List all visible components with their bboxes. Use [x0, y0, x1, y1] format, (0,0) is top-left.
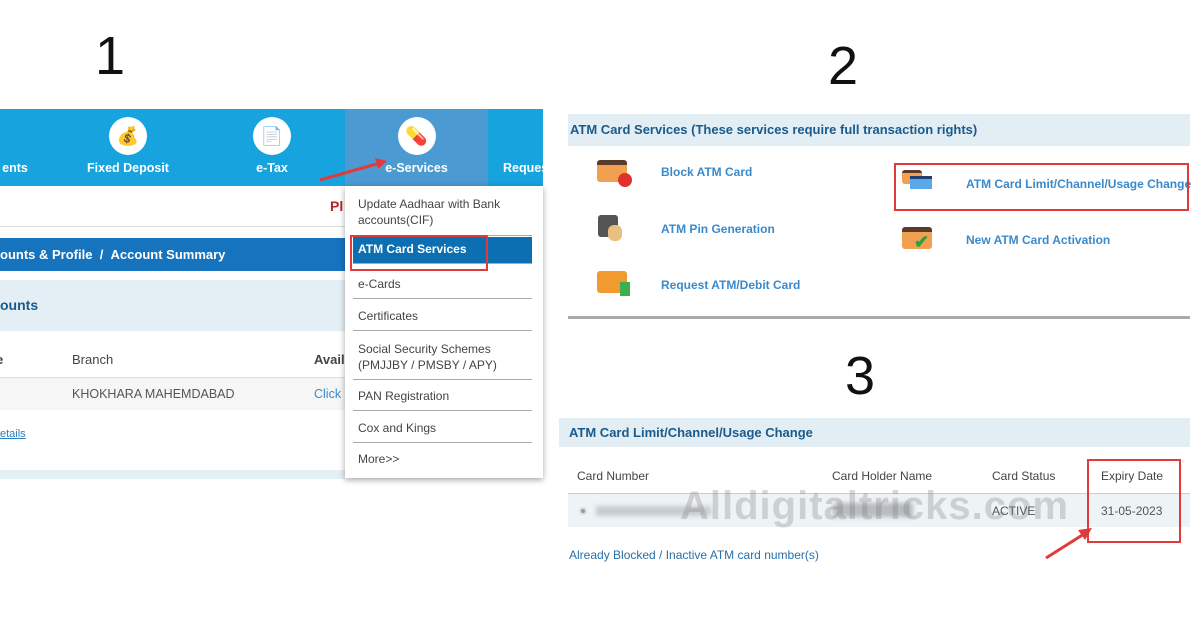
step-number-1: 1 — [95, 26, 126, 86]
new-atm-card-activation-link[interactable]: New ATM Card Activation — [966, 233, 1110, 247]
notice-text: Pl — [330, 198, 344, 214]
tax-document-icon: 📄 — [253, 117, 291, 155]
request-card-envelope-icon — [597, 271, 630, 296]
nav-label: Fixed Deposit — [87, 161, 169, 175]
watermark: Alldigitaltricks.com — [680, 484, 1069, 528]
divider — [0, 226, 345, 227]
menu-item-update-aadhaar[interactable]: Update Aadhaar with Bank accounts(CIF) — [353, 192, 532, 236]
breadcrumb-current: Account Summary — [110, 247, 226, 262]
breadcrumb-item[interactable]: ounts & Profile — [0, 247, 92, 262]
pin-keypad-icon — [598, 215, 622, 241]
table-row: KHOKHARA MAHEMDABAD Click — [0, 377, 345, 410]
annotation-highlight-box — [350, 235, 488, 271]
nav-accounts[interactable]: ents — [0, 109, 60, 186]
annotation-arrow — [1045, 528, 1092, 560]
footer-band — [0, 470, 345, 479]
nav-label: ents — [2, 161, 28, 175]
nav-label: e-Tax — [256, 161, 288, 175]
nav-e-tax[interactable]: 📄 e-Tax — [222, 109, 322, 186]
section-title: ounts — [0, 280, 345, 331]
branch-cell: KHOKHARA MAHEMDABAD — [72, 387, 235, 401]
atm-services-header: ATM Card Services (These services requir… — [568, 114, 1190, 146]
annotation-highlight-box — [1087, 459, 1181, 543]
menu-item-more[interactable]: More>> — [353, 447, 532, 473]
blocked-cards-link[interactable]: Already Blocked / Inactive ATM card numb… — [569, 548, 819, 562]
nav-requests[interactable]: Reques — [495, 109, 581, 186]
details-link[interactable]: etails — [0, 428, 26, 440]
e-services-icon: 💊 — [397, 117, 436, 155]
menu-item-cox-and-kings[interactable]: Cox and Kings — [353, 416, 532, 443]
breadcrumb: ounts & Profile / Account Summary — [0, 238, 345, 271]
divider — [568, 316, 1190, 319]
request-atm-debit-card-link[interactable]: Request ATM/Debit Card — [661, 278, 800, 292]
block-atm-card-link[interactable]: Block ATM Card — [661, 165, 752, 179]
menu-item-social-security[interactable]: Social Security Schemes (PMJJBY / PMSBY … — [353, 337, 532, 380]
menu-item-e-cards[interactable]: e-Cards — [353, 272, 532, 299]
money-bag-icon: 💰 — [109, 117, 147, 155]
menu-item-pan-registration[interactable]: PAN Registration — [353, 384, 532, 411]
top-nav: ents 💰 Fixed Deposit 📄 e-Tax 💊 e-Services R… — [0, 109, 581, 186]
col-header-available: Avail — [314, 352, 345, 367]
nav-fixed-deposit[interactable]: 💰 Fixed Deposit — [78, 109, 178, 186]
col-header-card-status: Card Status — [992, 469, 1056, 483]
card-radio-button[interactable] — [579, 507, 587, 515]
click-link[interactable]: Click — [314, 387, 341, 401]
block-card-icon — [597, 160, 632, 187]
step-number-2: 2 — [828, 36, 859, 96]
col-header-card-holder: Card Holder Name — [832, 469, 933, 483]
e-services-dropdown: Update Aadhaar with Bank accounts(CIF) A… — [345, 186, 543, 478]
card-limit-header: ATM Card Limit/Channel/Usage Change — [559, 418, 1190, 447]
step-number-3: 3 — [845, 346, 876, 406]
col-header-branch: Branch — [72, 352, 114, 367]
breadcrumb-separator: / — [99, 247, 104, 262]
annotation-highlight-box — [894, 163, 1189, 211]
col-header-card-number: Card Number — [577, 469, 650, 483]
atm-pin-generation-link[interactable]: ATM Pin Generation — [661, 222, 775, 236]
menu-item-certificates[interactable]: Certificates — [353, 304, 532, 331]
annotation-arrow — [319, 158, 387, 182]
card-activation-icon: ✔ — [902, 227, 932, 252]
col-header: e — [0, 352, 3, 367]
nav-label: Reques — [503, 161, 549, 175]
